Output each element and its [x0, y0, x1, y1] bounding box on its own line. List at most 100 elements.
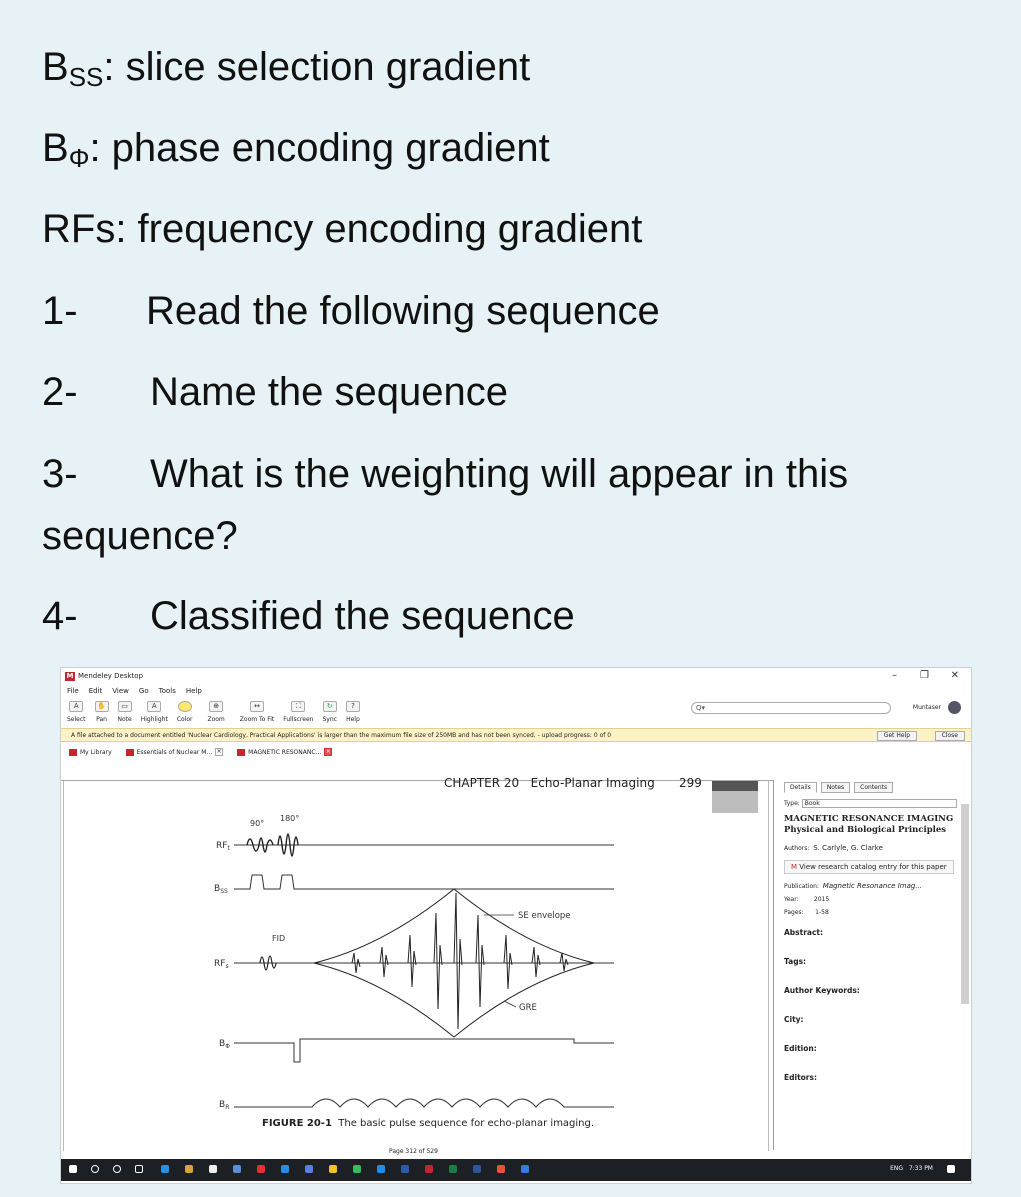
user-name[interactable]: Muntaser	[913, 704, 941, 711]
pdf-page: CHAPTER 20 Echo-Planar Imaging 299 RFt 9…	[63, 776, 769, 1151]
city-label[interactable]: City:	[784, 1015, 959, 1024]
select-button[interactable]: A Select	[67, 698, 86, 723]
bss-label: BSS	[214, 884, 228, 895]
br-gradient	[234, 1098, 614, 1108]
library-icon	[69, 748, 77, 756]
menu-tools[interactable]: Tools	[159, 687, 176, 695]
abstract-label[interactable]: Abstract:	[784, 928, 959, 937]
fullscreen-icon: ⛶	[291, 701, 306, 712]
get-help-button[interactable]: Get Help	[876, 731, 917, 741]
title-bar: M Mendeley Desktop – ❐ ✕	[61, 668, 971, 684]
type-select[interactable]: Book	[801, 799, 957, 808]
highlight-icon: A	[147, 701, 162, 712]
messenger-icon[interactable]	[305, 1165, 313, 1173]
pdf-viewer[interactable]: CHAPTER 20 Echo-Planar Imaging 299 RFt 9…	[61, 776, 773, 1151]
tab-essentials[interactable]: Essentials of Nuclear M... ×	[125, 748, 224, 756]
file-explorer-icon[interactable]	[185, 1165, 193, 1173]
details-tabs: Details Notes Contents	[784, 782, 959, 793]
highlight-button[interactable]: A Highlight	[141, 698, 168, 723]
cortana-icon[interactable]	[113, 1165, 121, 1173]
mail-icon[interactable]	[233, 1165, 241, 1173]
tab-close-icon[interactable]: ×	[324, 748, 333, 756]
office-icon[interactable]	[257, 1165, 265, 1173]
zoom-to-fit-button[interactable]: ↔ Zoom To Fit	[240, 698, 274, 723]
clock[interactable]: 7:33 PM	[909, 1165, 933, 1172]
angle-90: 90°	[250, 819, 264, 828]
word2-icon[interactable]	[473, 1165, 481, 1173]
tab-contents[interactable]: Contents	[854, 782, 894, 793]
help-button[interactable]: ? Help	[345, 698, 360, 723]
tab-details[interactable]: Details	[784, 782, 817, 793]
excel-icon[interactable]	[449, 1165, 457, 1173]
question-3-continued: sequence?	[42, 514, 238, 558]
bphi-gradient	[234, 1038, 614, 1063]
menu-help[interactable]: Help	[186, 687, 202, 695]
tab-notes[interactable]: Notes	[820, 782, 851, 793]
tab-bar: My Library Essentials of Nuclear M... × M…	[61, 742, 971, 762]
tab-magnetic-resonance[interactable]: MAGNETIC RESONANC... ×	[237, 748, 333, 756]
windows-start-icon[interactable]	[69, 1165, 77, 1173]
menu-view[interactable]: View	[112, 687, 129, 695]
menu-file[interactable]: File	[67, 687, 79, 695]
se-envelope-label: SE envelope	[518, 911, 571, 921]
menu-go[interactable]: Go	[139, 687, 149, 695]
select-icon: A	[69, 701, 84, 712]
telegram-icon[interactable]	[281, 1165, 289, 1173]
tab-my-library[interactable]: My Library	[69, 748, 112, 756]
fullscreen-button[interactable]: ⛶ Fullscreen	[283, 698, 313, 723]
whatsapp-icon[interactable]	[353, 1165, 361, 1173]
pdf-icon	[237, 748, 246, 756]
hand-icon: ✋	[94, 701, 109, 712]
app-icon[interactable]	[497, 1165, 505, 1173]
restore-icon[interactable]: ❐	[920, 670, 929, 681]
legend-bphi: BΦ: phase encoding gradient	[42, 126, 550, 173]
pdf-icon	[125, 748, 134, 756]
fid-label: FID	[272, 934, 285, 943]
zoom-app-icon[interactable]	[521, 1165, 529, 1173]
notifications-icon[interactable]	[947, 1165, 955, 1173]
figure-caption: FIGURE 20-1 The basic pulse sequence for…	[262, 1118, 595, 1129]
store-icon[interactable]	[209, 1165, 217, 1173]
editors-label[interactable]: Editors:	[784, 1073, 959, 1082]
catalog-entry-button[interactable]: M View research catalog entry for this p…	[784, 860, 954, 874]
note-button[interactable]: ▭ Note	[118, 698, 132, 723]
language-indicator[interactable]: ENG	[890, 1165, 903, 1172]
page-indicator: Page 312 of 529	[389, 1148, 438, 1155]
close-icon[interactable]: ✕	[951, 670, 959, 681]
sync-button[interactable]: ↻ Sync	[322, 698, 337, 723]
notice-text: A file attached to a document entitled '…	[71, 731, 612, 739]
epi-pulse-sequence-diagram: RFt 90° 180° BSS RFs FID SE envelope GRE…	[214, 814, 614, 1111]
tab-close-icon[interactable]: ×	[215, 748, 224, 756]
avatar[interactable]	[948, 701, 961, 714]
document-title[interactable]: MAGNETIC RESONANCE IMAGING Physical and …	[784, 814, 959, 836]
minimize-icon[interactable]: –	[892, 670, 897, 681]
details-scrollbar[interactable]	[961, 804, 969, 1004]
color-button[interactable]: Color	[177, 698, 192, 723]
author-keywords-label[interactable]: Author Keywords:	[784, 986, 959, 995]
search-input[interactable]: Q▾	[691, 702, 891, 714]
window-title: Mendeley Desktop	[78, 672, 144, 680]
rf1-label: RFt	[216, 841, 230, 852]
type-row: Type: Book	[784, 799, 959, 808]
zoom-button[interactable]: ⊕ Zoom	[207, 698, 225, 723]
task-view-icon[interactable]	[135, 1165, 143, 1173]
skype-icon[interactable]	[377, 1165, 385, 1173]
chrome-icon[interactable]	[329, 1165, 337, 1173]
edge-icon[interactable]	[161, 1165, 169, 1173]
menu-edit[interactable]: Edit	[89, 687, 103, 695]
close-notice-button[interactable]: Close	[934, 731, 965, 741]
sync-icon: ↻	[322, 701, 337, 712]
edition-label[interactable]: Edition:	[784, 1044, 959, 1053]
mendeley-taskbar-icon[interactable]	[425, 1165, 433, 1173]
zoom-in-icon: ⊕	[209, 701, 224, 712]
angle-180: 180°	[280, 814, 299, 823]
mendeley-icon: M	[791, 863, 798, 871]
word-icon[interactable]	[401, 1165, 409, 1173]
pan-button[interactable]: ✋ Pan	[94, 698, 109, 723]
legend-bss: BSS: slice selection gradient	[42, 45, 531, 92]
tags-label[interactable]: Tags:	[784, 957, 959, 966]
note-icon: ▭	[117, 701, 132, 712]
question-3: 3- What is the weighting will appear in t…	[42, 452, 849, 496]
color-icon	[177, 701, 192, 712]
search-icon[interactable]	[91, 1165, 99, 1173]
